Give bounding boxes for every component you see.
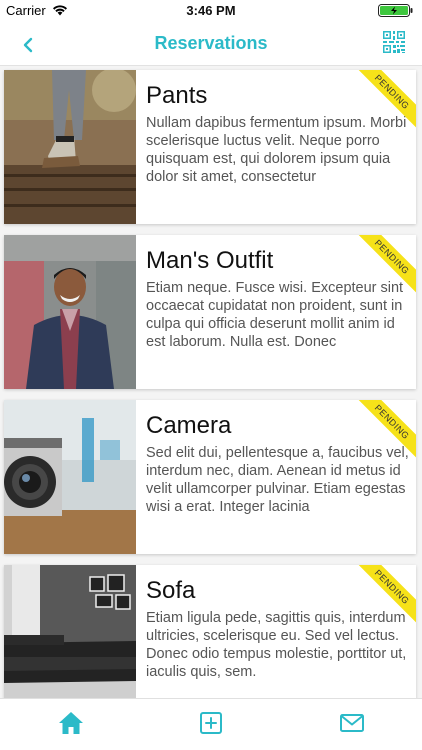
sofa-photo	[4, 565, 136, 698]
pants-photo	[4, 70, 136, 224]
status-ribbon: PENDING	[356, 400, 416, 460]
clock: 3:46 PM	[186, 3, 236, 18]
page-title: Reservations	[154, 33, 268, 53]
tab-bar	[0, 698, 422, 750]
status-badge: PENDING	[356, 235, 416, 295]
navigation-bar: Reservations	[0, 22, 422, 66]
reservation-title: Sofa	[146, 577, 196, 604]
status-bar: Carrier 3:46 PM	[0, 0, 422, 22]
reservation-title: Man's Outfit	[146, 247, 274, 274]
reservation-card[interactable]: Pants Nullam dapibus fermentum ipsum. Mo…	[4, 70, 416, 224]
status-badge: PENDING	[356, 70, 416, 130]
add-square-icon[interactable]	[197, 709, 225, 737]
qr-code-icon[interactable]	[382, 30, 406, 54]
reservation-card[interactable]: Sofa Etiam ligula pede, sagittis quis, i…	[4, 565, 416, 698]
status-ribbon: PENDING	[356, 235, 416, 295]
reservation-title: Pants	[146, 82, 208, 109]
reservation-card[interactable]: Man's Outfit Etiam neque. Fusce wisi. Ex…	[4, 235, 416, 389]
reservation-title: Camera	[146, 412, 232, 439]
mail-icon[interactable]	[338, 709, 366, 737]
battery-icon	[378, 4, 413, 17]
reservation-card[interactable]: Camera Sed elit dui, pellentesque a, fau…	[4, 400, 416, 554]
home-icon[interactable]	[57, 709, 85, 737]
mans-outfit-photo	[4, 235, 136, 389]
status-badge: PENDING	[356, 565, 416, 625]
camera-photo	[4, 400, 136, 554]
status-badge: PENDING	[356, 400, 416, 460]
status-ribbon: PENDING	[356, 565, 416, 625]
reservation-list[interactable]: Pants Nullam dapibus fermentum ipsum. Mo…	[0, 66, 422, 698]
status-ribbon: PENDING	[356, 70, 416, 130]
